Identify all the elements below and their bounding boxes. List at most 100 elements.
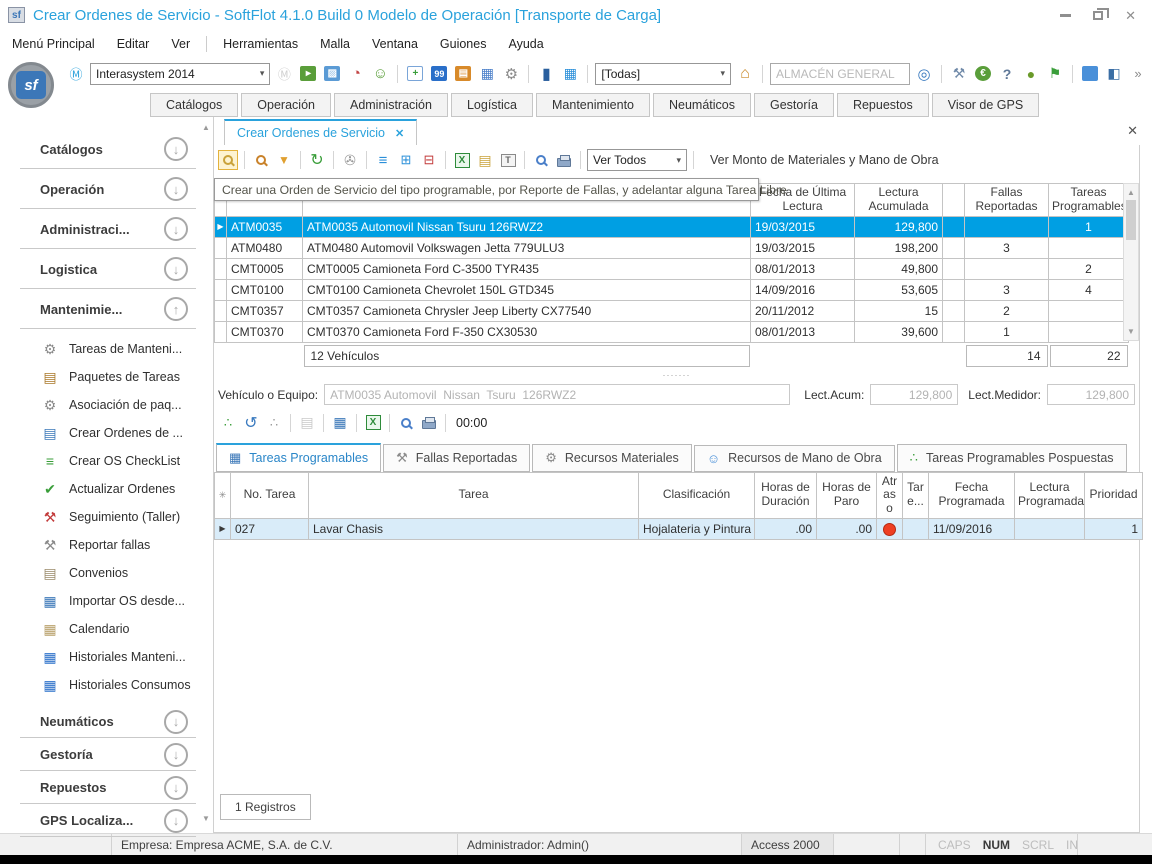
scroll-up-icon[interactable]: ▲ <box>1127 188 1135 197</box>
chat-icon[interactable] <box>1080 64 1100 84</box>
sidebar-item-crear-os-checklist[interactable]: ≡ Crear OS CheckList <box>0 447 200 475</box>
tree-view-icon[interactable]: ≡ <box>373 150 393 170</box>
menu-item-ver[interactable]: Ver <box>171 37 190 51</box>
bug-icon[interactable]: ● <box>1021 64 1041 84</box>
col-fallas-reportadas[interactable]: Fallas Reportadas <box>965 184 1049 217</box>
close-tab-icon[interactable]: ✕ <box>395 127 404 140</box>
vehicles-scrollbar[interactable]: ▲ ▼ <box>1123 183 1139 341</box>
globe-icon[interactable]: ◎ <box>914 64 934 84</box>
print-icon[interactable] <box>419 413 439 433</box>
filter-icon[interactable]: ▼ <box>274 150 294 170</box>
clipboard-icon[interactable]: ▤ <box>453 64 473 84</box>
sidebar-group-operacion[interactable]: Operación ↓ <box>0 169 200 209</box>
sidebar-item-crear-ordenes[interactable]: ▤ Crear Ordenes de ... <box>0 419 200 447</box>
menu-item-ayuda[interactable]: Ayuda <box>508 37 543 51</box>
menu-item-malla[interactable]: Malla <box>320 37 350 51</box>
new-document-icon[interactable]: + <box>405 64 425 84</box>
scrollbar-thumb[interactable] <box>1126 200 1136 240</box>
form-icon[interactable]: ▦ <box>477 64 497 84</box>
tab-tareas-programables[interactable]: ▦ Tareas Programables <box>216 443 381 472</box>
tab-recursos-mano-obra[interactable]: ☺ Recursos de Mano de Obra <box>694 445 895 472</box>
col-tareas-programables[interactable]: Tareas Programables <box>1049 184 1129 217</box>
tab-neumaticos[interactable]: Neumáticos <box>653 93 751 117</box>
refresh-icon[interactable]: ↻ <box>307 150 327 170</box>
sidebar-group-catalogos[interactable]: Catálogos ↓ <box>0 129 200 169</box>
tab-catalogos[interactable]: Catálogos <box>150 93 238 117</box>
vehicle-row[interactable]: CMT0005 CMT0005 Camioneta Ford C-3500 TY… <box>215 258 1129 279</box>
vehicle-row[interactable]: CMT0370 CMT0370 Camioneta Ford F-350 CX3… <box>215 321 1129 342</box>
sidebar-group-gestoria[interactable]: Gestoría ↓ <box>0 738 200 771</box>
tab-administracion[interactable]: Administración <box>334 93 448 117</box>
col-lectura-acumulada[interactable]: Lectura Acumulada <box>855 184 943 217</box>
panel-splitter[interactable]: ······· <box>214 369 1139 382</box>
restore-icon[interactable] <box>1093 11 1103 20</box>
col-tarea[interactable]: Tarea <box>309 472 639 518</box>
col-lectura-programada[interactable]: Lectura Programada <box>1015 472 1085 518</box>
col-no-tarea[interactable]: No. Tarea <box>231 472 309 518</box>
sidebar-item-paquetes-tareas[interactable]: ▤ Paquetes de Tareas <box>0 363 200 391</box>
flag-icon[interactable]: ⚑ <box>1045 64 1065 84</box>
expand-all-icon[interactable]: ⊞ <box>396 150 416 170</box>
tab-gestoria[interactable]: Gestoría <box>754 93 834 117</box>
note-icon[interactable]: ▤ <box>475 150 495 170</box>
sidebar-item-asociacion-paquetes[interactable]: ⚙ Asociación de paq... <box>0 391 200 419</box>
col-fecha-programada[interactable]: Fecha Programada <box>929 472 1015 518</box>
tab-visor-gps[interactable]: Visor de GPS <box>932 93 1040 117</box>
sidebar-item-historiales-mantenimiento[interactable]: ▦ Historiales Manteni... <box>0 643 200 671</box>
history-clock-icon[interactable]: ↺ <box>241 413 261 433</box>
sidebar-group-logistica[interactable]: Logistica ↓ <box>0 249 200 289</box>
menu-item-editar[interactable]: Editar <box>117 37 150 51</box>
coins-icon[interactable]: € <box>973 64 993 84</box>
close-panel-icon[interactable]: ✕ <box>1127 123 1138 139</box>
windows-copy-icon[interactable]: ▦ <box>560 64 580 84</box>
tab-mantenimiento[interactable]: Mantenimiento <box>536 93 650 117</box>
content-scrollbar[interactable]: ▲ ▼ <box>200 117 214 833</box>
menu-item-menu-principal[interactable]: Menú Principal <box>12 37 95 51</box>
col-clasificacion[interactable]: Clasificación <box>639 472 755 518</box>
company-select[interactable]: Interasystem 2014 ▾ <box>90 63 270 85</box>
menu-item-guiones[interactable]: Guiones <box>440 37 487 51</box>
sidebar-group-gps-localizacion[interactable]: GPS Localiza... ↓ <box>0 804 200 837</box>
col-prioridad[interactable]: Prioridad <box>1085 472 1143 518</box>
menu-item-herramientas[interactable]: Herramientas <box>223 37 298 51</box>
home-icon[interactable]: ⌂ <box>735 64 755 84</box>
sidebar-item-tareas-mantenimiento[interactable]: ⚙ Tareas de Manteni... <box>0 335 200 363</box>
tab-crear-ordenes-servicio[interactable]: Crear Ordenes de Servicio ✕ <box>224 119 417 145</box>
attach-icon[interactable]: ✇ <box>340 150 360 170</box>
tab-tareas-pospuestas[interactable]: ∴ Tareas Programables Pospuestas <box>897 444 1127 472</box>
ver-monto-label[interactable]: Ver Monto de Materiales y Mano de Obra <box>710 153 939 167</box>
vehicle-row[interactable]: CMT0357 CMT0357 Camioneta Chrysler Jeep … <box>215 300 1129 321</box>
help-icon[interactable]: ? <box>997 64 1017 84</box>
assign-wand-icon[interactable]: ∴ <box>218 413 238 433</box>
col-atraso[interactable]: Atraso <box>877 472 903 518</box>
vehicle-row[interactable]: CMT0100 CMT0100 Camioneta Chevrolet 150L… <box>215 279 1129 300</box>
badge-99-icon[interactable]: 99 <box>429 64 449 84</box>
tab-fallas-reportadas[interactable]: ⚒ Fallas Reportadas <box>383 444 530 472</box>
sidebar-item-actualizar-ordenes[interactable]: ✔ Actualizar Ordenes <box>0 475 200 503</box>
warehouse-input[interactable] <box>770 63 910 85</box>
exit-icon[interactable]: ◧ <box>1104 64 1124 84</box>
create-order-wand-icon[interactable] <box>218 150 238 170</box>
options-tools-icon[interactable]: ⚒ <box>949 64 969 84</box>
sidebar-item-importar-os[interactable]: ▦ Importar OS desde... <box>0 587 200 615</box>
vehicle-row[interactable]: ▶ ATM0035 ATM0035 Automovil Nissan Tsuru… <box>215 216 1129 237</box>
excel-export-icon[interactable]: X <box>363 413 383 433</box>
task-row[interactable]: ▶ 027 Lavar Chasis Hojalateria y Pintura… <box>215 518 1143 539</box>
sidebar-item-seguimiento-taller[interactable]: ⚒ Seguimiento (Taller) <box>0 503 200 531</box>
sidebar-item-historiales-consumos[interactable]: ▦ Historiales Consumos <box>0 671 200 699</box>
search-document-icon[interactable] <box>251 150 271 170</box>
txt-export-icon[interactable]: T <box>498 150 518 170</box>
scroll-down-icon[interactable]: ▼ <box>202 814 210 823</box>
gauge-icon[interactable]: ◔ <box>346 64 366 84</box>
close-window-icon[interactable]: ✕ <box>1125 9 1136 22</box>
tab-repuestos[interactable]: Repuestos <box>837 93 929 117</box>
scroll-down-icon[interactable]: ▼ <box>1127 327 1135 336</box>
sidebar-item-convenios[interactable]: ▤ Convenios <box>0 559 200 587</box>
col-horas-duracion[interactable]: Horas de Duración <box>755 472 817 518</box>
steps-icon[interactable]: ∴ <box>264 413 284 433</box>
view-filter-select[interactable]: Ver Todos ▾ <box>587 149 687 171</box>
print-icon[interactable] <box>554 150 574 170</box>
sidebar-group-administracion[interactable]: Administraci... ↓ <box>0 209 200 249</box>
print-preview-icon[interactable] <box>531 150 551 170</box>
excel-export-icon[interactable]: X <box>452 150 472 170</box>
